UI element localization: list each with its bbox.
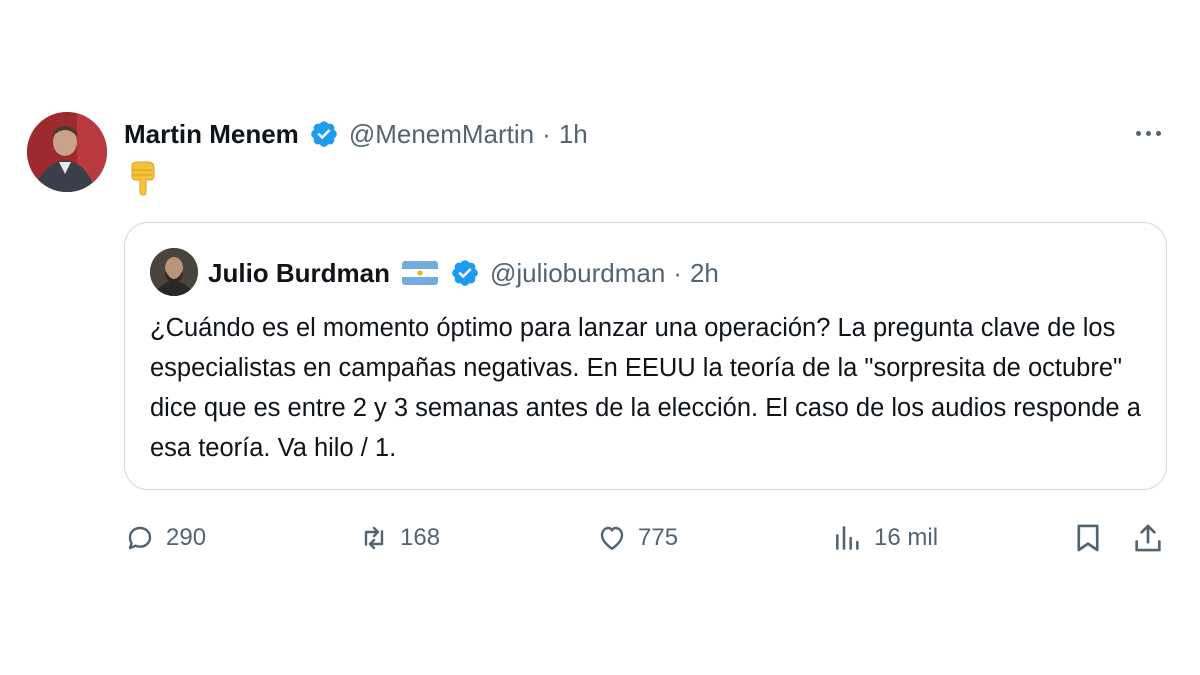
- author-name[interactable]: Martin Menem: [124, 119, 299, 150]
- quoted-tweet-text: ¿Cuándo es el momento óptimo para lanzar…: [150, 314, 1141, 462]
- bookmark-icon[interactable]: [1071, 521, 1105, 555]
- like-button[interactable]: 775: [596, 515, 678, 561]
- author-handle[interactable]: @MenemMartin: [349, 119, 534, 150]
- repost-button[interactable]: 168: [358, 515, 440, 561]
- backhand-index-pointing-down-icon: [126, 160, 158, 196]
- quoted-author-handle[interactable]: @julioburdman: [490, 258, 665, 289]
- share-icon[interactable]: [1131, 521, 1165, 555]
- verified-badge-icon: [450, 258, 480, 288]
- heart-icon: [600, 526, 624, 550]
- repost-icon: [364, 526, 384, 550]
- quoted-author-name[interactable]: Julio Burdman: [208, 258, 390, 289]
- action-bar: 290 168 775 16 mil: [0, 515, 1200, 561]
- reply-icon: [128, 526, 152, 550]
- separator-dot: ·: [673, 257, 682, 288]
- argentina-flag-icon: [402, 261, 439, 285]
- quoted-author-avatar[interactable]: [150, 248, 198, 296]
- verified-badge-icon: [309, 119, 339, 149]
- more-options-icon[interactable]: [1128, 118, 1168, 148]
- tweet-header: Martin Menem @MenemMartin · 1h: [124, 114, 588, 154]
- reply-count: 290: [166, 524, 207, 551]
- separator-dot: ·: [542, 118, 551, 149]
- quoted-timestamp[interactable]: 2h: [690, 258, 719, 289]
- like-count: 775: [638, 524, 679, 551]
- timestamp[interactable]: 1h: [559, 119, 588, 150]
- views-button[interactable]: 16 mil: [832, 515, 938, 561]
- author-avatar[interactable]: [27, 112, 107, 192]
- repost-count: 168: [400, 524, 441, 551]
- analytics-icon: [836, 526, 859, 550]
- views-count: 16 mil: [874, 524, 939, 551]
- reply-button[interactable]: 290: [124, 515, 206, 561]
- tweet: Martin Menem @MenemMartin · 1h Julio Bur…: [0, 0, 1200, 675]
- quoted-tweet-header: Julio Burdman @julioburdman · 2h: [208, 254, 719, 292]
